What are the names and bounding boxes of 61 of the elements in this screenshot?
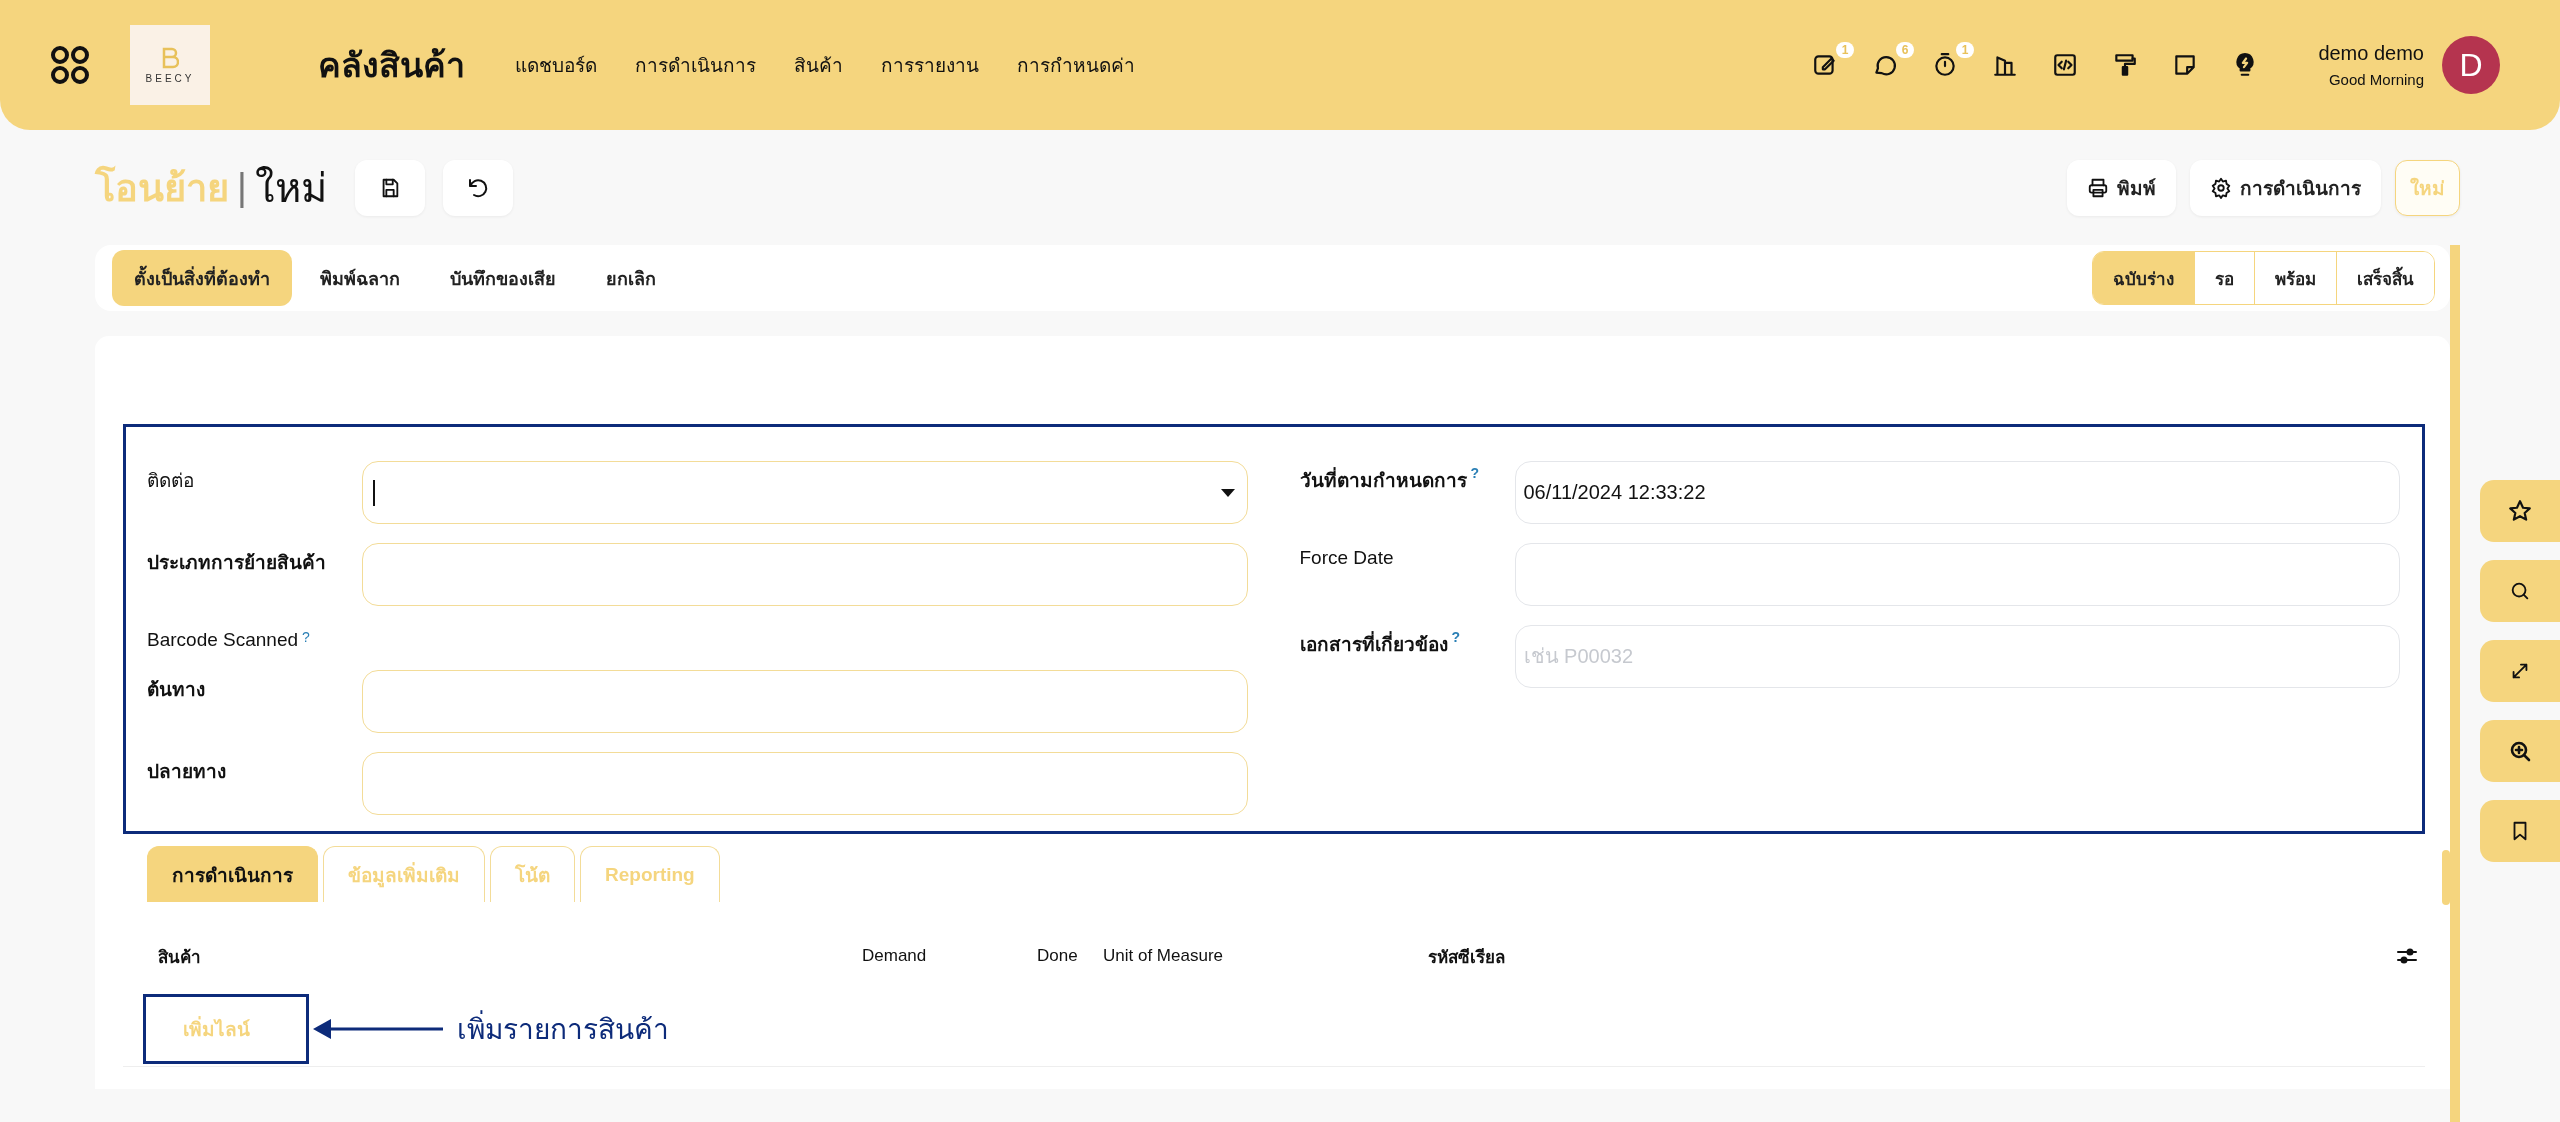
menu-item[interactable]: การดำเนินการ [635, 50, 756, 80]
app-title: คลังสินค้า [318, 45, 465, 86]
input-field[interactable] [362, 670, 1248, 733]
menu-item[interactable]: การรายงาน [881, 50, 979, 80]
field-label: ปลายทาง [147, 760, 227, 784]
side-tool-button[interactable] [2480, 720, 2560, 782]
count-badge: 1 [1955, 42, 1975, 58]
input-field[interactable] [1514, 543, 2400, 606]
company-logo[interactable]: BEECY [130, 25, 210, 105]
printer-icon [2087, 176, 2109, 199]
field-label: ต้นทาง [147, 678, 206, 702]
column-header: รหัสซีเรียล [1428, 946, 1506, 969]
input-field[interactable] [362, 543, 1248, 606]
user-name: demo demo [2318, 42, 2424, 65]
action-button[interactable]: พิมพ์ฉลาก [298, 250, 422, 306]
breadcrumb-separator: | [237, 166, 247, 209]
column-header: สินค้า [158, 946, 202, 969]
input-field[interactable] [362, 752, 1248, 815]
status-step[interactable]: ฉบับร่าง [2093, 252, 2194, 304]
star-icon [2507, 498, 2533, 524]
field-label: ประเภทการย้ายสินค้า [147, 551, 327, 575]
field-label: Force Date [1299, 546, 1395, 569]
input-field[interactable]: 06/11/2024 12:33:22 [1514, 461, 2400, 524]
greeting: Good Morning [2328, 71, 2424, 88]
notebook-tab[interactable]: การดำเนินการ [147, 846, 318, 902]
gear-icon [2210, 176, 2232, 199]
save-button[interactable] [354, 159, 425, 216]
scrollbar-thumb[interactable] [2442, 850, 2450, 905]
field-label: ติดต่อ [147, 469, 195, 493]
field-label: เอกสารที่เกี่ยวข้อง $^{?}$ [1299, 628, 1462, 657]
action-button[interactable]: ตั้งเป็นสิ่งที่ต้องทำ [112, 250, 292, 306]
print-button[interactable]: พิมพ์ [2067, 159, 2176, 216]
action-button[interactable]: บันทึกของเสีย [428, 250, 578, 306]
contact-select[interactable] [362, 461, 1248, 524]
action-button[interactable]: ยกเลิก [584, 250, 678, 306]
code-icon [2052, 52, 2079, 78]
field-label: วันที่ตามกำหนดการ $^{?}$ [1299, 464, 1481, 493]
field-label: Barcode Scanned $^{?}$ [147, 628, 311, 651]
menu-item[interactable]: แดชบอร์ด [515, 50, 597, 80]
zoom-in-icon [2508, 739, 2532, 763]
column-header: Done [1037, 946, 1079, 966]
count-badge: 1 [1835, 42, 1855, 58]
count-badge: 6 [1895, 42, 1915, 58]
user-avatar[interactable]: D [2442, 36, 2500, 94]
dropdown-caret-icon [1220, 488, 1235, 497]
menu-item[interactable]: สินค้า [794, 50, 843, 80]
column-header: Demand [862, 946, 928, 966]
status-step[interactable]: เสร็จสิ้น [2336, 252, 2434, 304]
apps-icon[interactable] [50, 45, 90, 85]
side-tool-button[interactable] [2480, 480, 2560, 542]
input-field[interactable]: เช่น P00032 [1514, 625, 2400, 688]
paint-roller-icon [2112, 52, 2139, 78]
annotation-text: เพิ่มรายการสินค้า [457, 1007, 669, 1051]
column-header: Unit of Measure [1103, 946, 1224, 966]
search-icon [2509, 580, 2531, 602]
record-title: ใหม่ [254, 164, 327, 212]
discard-button[interactable] [442, 159, 513, 216]
logo-text: BEECY [145, 72, 195, 84]
menu-item[interactable]: การกำหนดค่า [1017, 50, 1135, 80]
logo-mark-icon [161, 46, 179, 69]
actions-button[interactable]: การดำเนินการ [2190, 159, 2381, 216]
